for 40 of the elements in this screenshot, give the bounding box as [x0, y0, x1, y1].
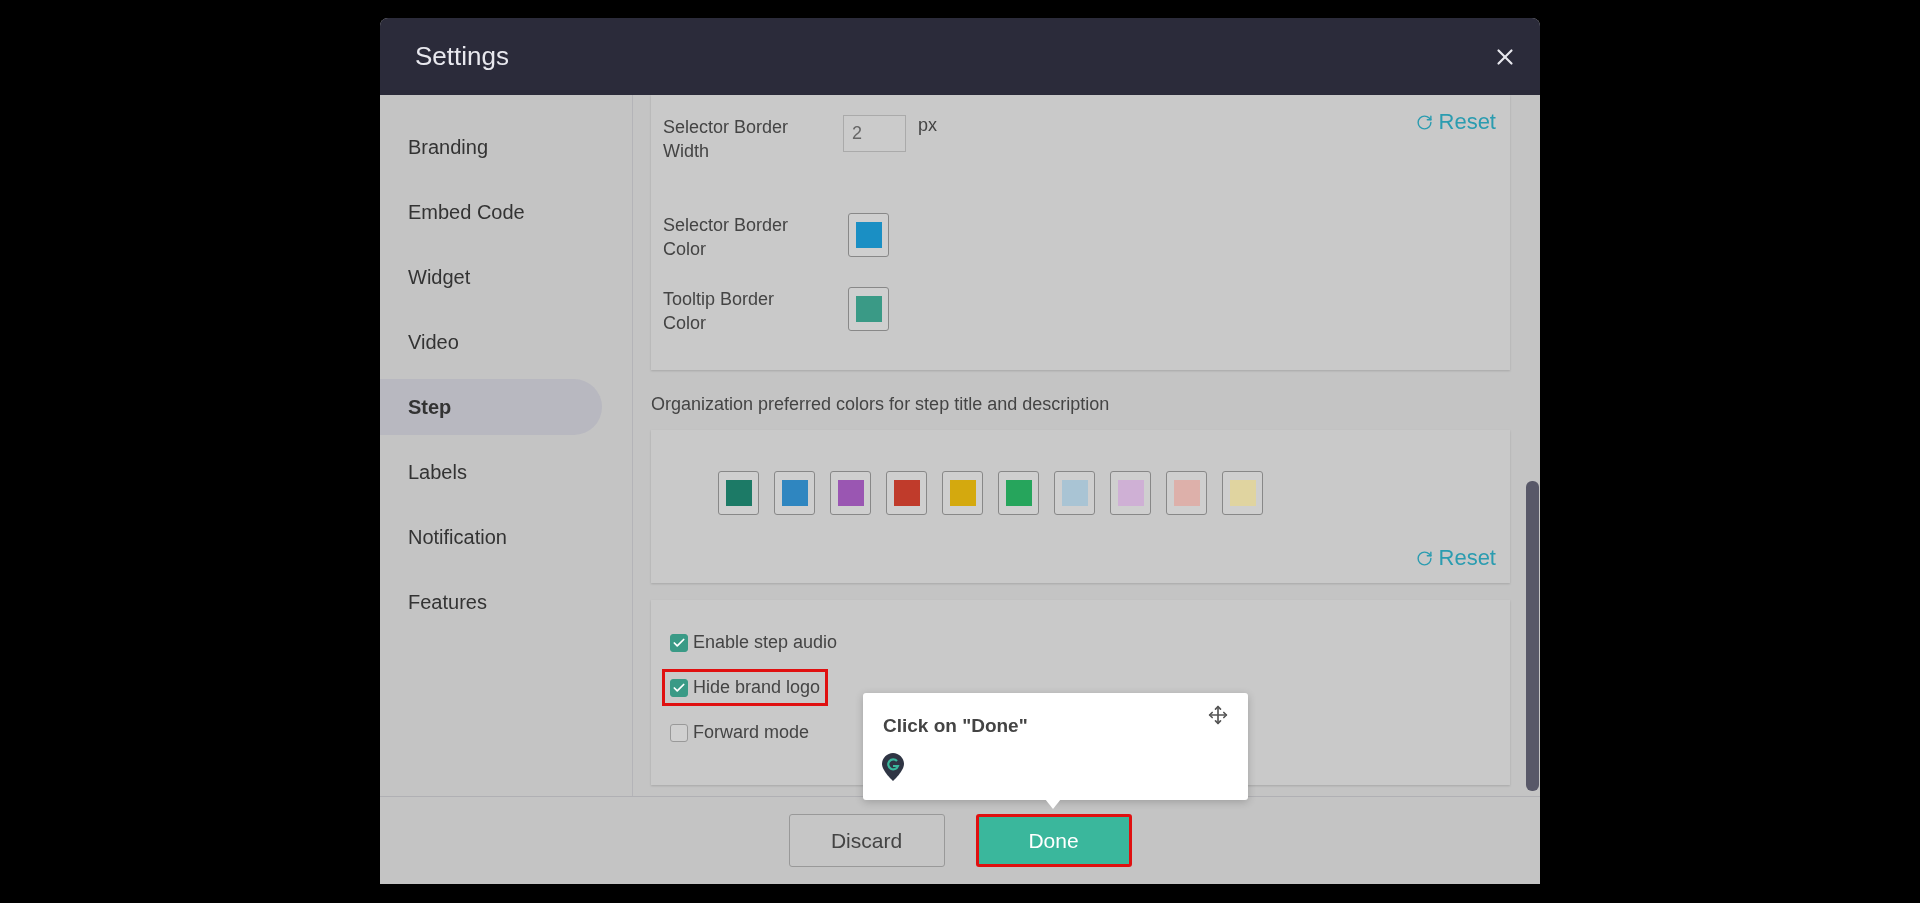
move-icon[interactable]: [1208, 705, 1228, 725]
color-swatch[interactable]: [1166, 471, 1207, 515]
checkbox[interactable]: [670, 633, 688, 652]
sidebar-item[interactable]: Widget: [380, 249, 602, 305]
color-swatch[interactable]: [886, 471, 927, 515]
scrollbar-thumb[interactable]: [1526, 481, 1539, 791]
discard-button[interactable]: Discard: [788, 814, 945, 867]
checkbox[interactable]: [670, 723, 688, 742]
unit-label: px: [918, 115, 937, 136]
color-swatch[interactable]: [1222, 471, 1263, 515]
checkbox[interactable]: [670, 678, 688, 697]
color-swatch[interactable]: [848, 213, 889, 257]
checkbox-option[interactable]: Forward mode: [665, 717, 815, 748]
refresh-icon: [1415, 549, 1433, 567]
sidebar-item[interactable]: Branding: [380, 119, 602, 175]
color-swatch[interactable]: [998, 471, 1039, 515]
sidebar-item[interactable]: Embed Code: [380, 184, 602, 240]
sidebar-item[interactable]: Labels: [380, 444, 602, 500]
color-swatch[interactable]: [1110, 471, 1151, 515]
color-swatch[interactable]: [774, 471, 815, 515]
checkbox-option[interactable]: Hide brand logo: [665, 672, 826, 703]
map-pin-icon: [882, 753, 904, 781]
color-swatch[interactable]: [830, 471, 871, 515]
color-swatch[interactable]: [848, 287, 889, 331]
color-swatch[interactable]: [942, 471, 983, 515]
refresh-icon: [1415, 113, 1433, 131]
field-label: Tooltip Border Color: [663, 288, 776, 335]
palette-caption: Organization preferred colors for step title and description: [651, 394, 1111, 415]
sidebar-item[interactable]: Video: [380, 314, 602, 370]
checkbox-option[interactable]: Enable step audio: [665, 627, 843, 658]
field-label: Selector Border Color: [663, 214, 790, 261]
number-input[interactable]: 2: [843, 115, 906, 152]
sidebar-item[interactable]: Step: [380, 379, 602, 435]
sidebar-item[interactable]: Notification: [380, 509, 602, 565]
field-label: Selector Border Width: [663, 116, 790, 163]
dialog-title: Settings: [415, 41, 509, 72]
color-swatch[interactable]: [1054, 471, 1095, 515]
color-swatch[interactable]: [718, 471, 759, 515]
tooltip-text: Click on "Done": [883, 715, 1028, 737]
sidebar-item[interactable]: Features: [380, 574, 602, 630]
